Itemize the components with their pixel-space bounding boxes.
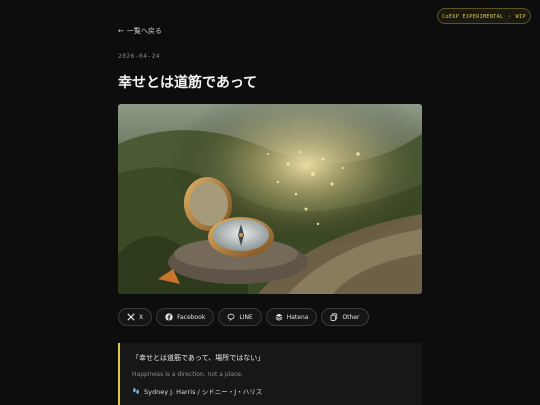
share-button-x[interactable]: X xyxy=(118,308,153,326)
share-button-other[interactable]: Other xyxy=(321,308,369,326)
quote-block: 「幸せとは道筋であって、場所ではない」 Happiness is a direc… xyxy=(118,343,422,405)
share-button-label: Other xyxy=(342,313,360,321)
article-title: 幸せとは道筋であって xyxy=(118,75,258,91)
share-button-label: LINE xyxy=(239,313,253,321)
share-button-facebook[interactable]: Facebook xyxy=(156,308,215,326)
share-button-label: Facebook xyxy=(177,313,206,321)
share-button-label: Hatena xyxy=(286,313,309,321)
line-icon xyxy=(227,313,235,321)
back-link-label: 一覧へ戻る xyxy=(126,27,162,35)
facebook-icon xyxy=(165,313,173,321)
quote-author: Sydney J. Harris / シドニー・J・ハリス xyxy=(132,386,410,396)
status-badge: CoEXP EXPERIMENTAL ・ WIP xyxy=(437,8,531,24)
footprints-icon xyxy=(133,388,139,394)
quote-text: 「幸せとは道筋であって、場所ではない」 xyxy=(132,354,265,362)
back-link[interactable]: ← 一覧へ戻る xyxy=(118,26,162,36)
hatena-icon xyxy=(275,313,283,321)
copy-icon xyxy=(331,313,338,321)
share-button-hatena[interactable]: Hatena xyxy=(265,308,318,326)
share-button-label: X xyxy=(139,313,144,321)
compass-photo xyxy=(118,104,422,294)
share-bar: X Facebook LINE Hatena Other xyxy=(118,308,369,326)
hero-image xyxy=(118,104,422,294)
quote-english: Happiness is a direction, not a place. xyxy=(132,371,243,378)
x-icon xyxy=(127,313,135,321)
arrow-left-icon: ← xyxy=(118,27,124,35)
share-button-line[interactable]: LINE xyxy=(218,308,262,326)
article-date: 2026-04-24 xyxy=(118,53,161,60)
quote-author-name: Sydney J. Harris / シドニー・J・ハリス xyxy=(144,388,263,396)
